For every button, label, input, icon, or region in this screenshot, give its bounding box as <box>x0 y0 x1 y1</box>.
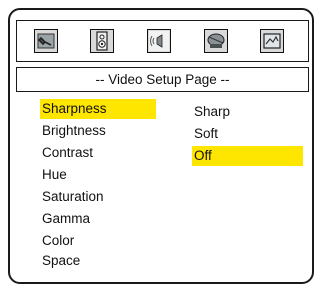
wrench-icon <box>37 33 55 49</box>
menu-item-contrast[interactable]: Contrast <box>42 143 93 163</box>
menu-item-hue[interactable]: Hue <box>42 165 67 185</box>
speaker-icon <box>96 31 108 51</box>
option-soft[interactable]: Soft <box>194 124 218 144</box>
preference-icon <box>263 33 281 49</box>
video-icon <box>207 33 225 48</box>
menu-item-brightness[interactable]: Brightness <box>42 121 106 141</box>
audio-setup-icon[interactable] <box>147 29 171 53</box>
setup-menu-frame: -- Video Setup Page -- Sharpness Brightn… <box>8 8 314 284</box>
menu-item-gamma[interactable]: Gamma <box>42 209 90 229</box>
video-setup-icon[interactable] <box>204 29 228 53</box>
setup-tab-bar <box>16 20 309 62</box>
menu-item-color-space[interactable]: Color Space <box>42 231 80 268</box>
option-sharp[interactable]: Sharp <box>194 102 230 122</box>
menu-item-sharpness[interactable]: Sharpness <box>40 99 156 119</box>
preference-setup-icon[interactable] <box>260 29 284 53</box>
speaker-setup-icon[interactable] <box>90 29 114 53</box>
menu-item-saturation[interactable]: Saturation <box>42 187 104 207</box>
page-title: -- Video Setup Page -- <box>16 67 309 92</box>
general-setup-icon[interactable] <box>34 29 58 53</box>
sound-wave-icon <box>149 31 169 51</box>
option-off[interactable]: Off <box>192 146 303 166</box>
